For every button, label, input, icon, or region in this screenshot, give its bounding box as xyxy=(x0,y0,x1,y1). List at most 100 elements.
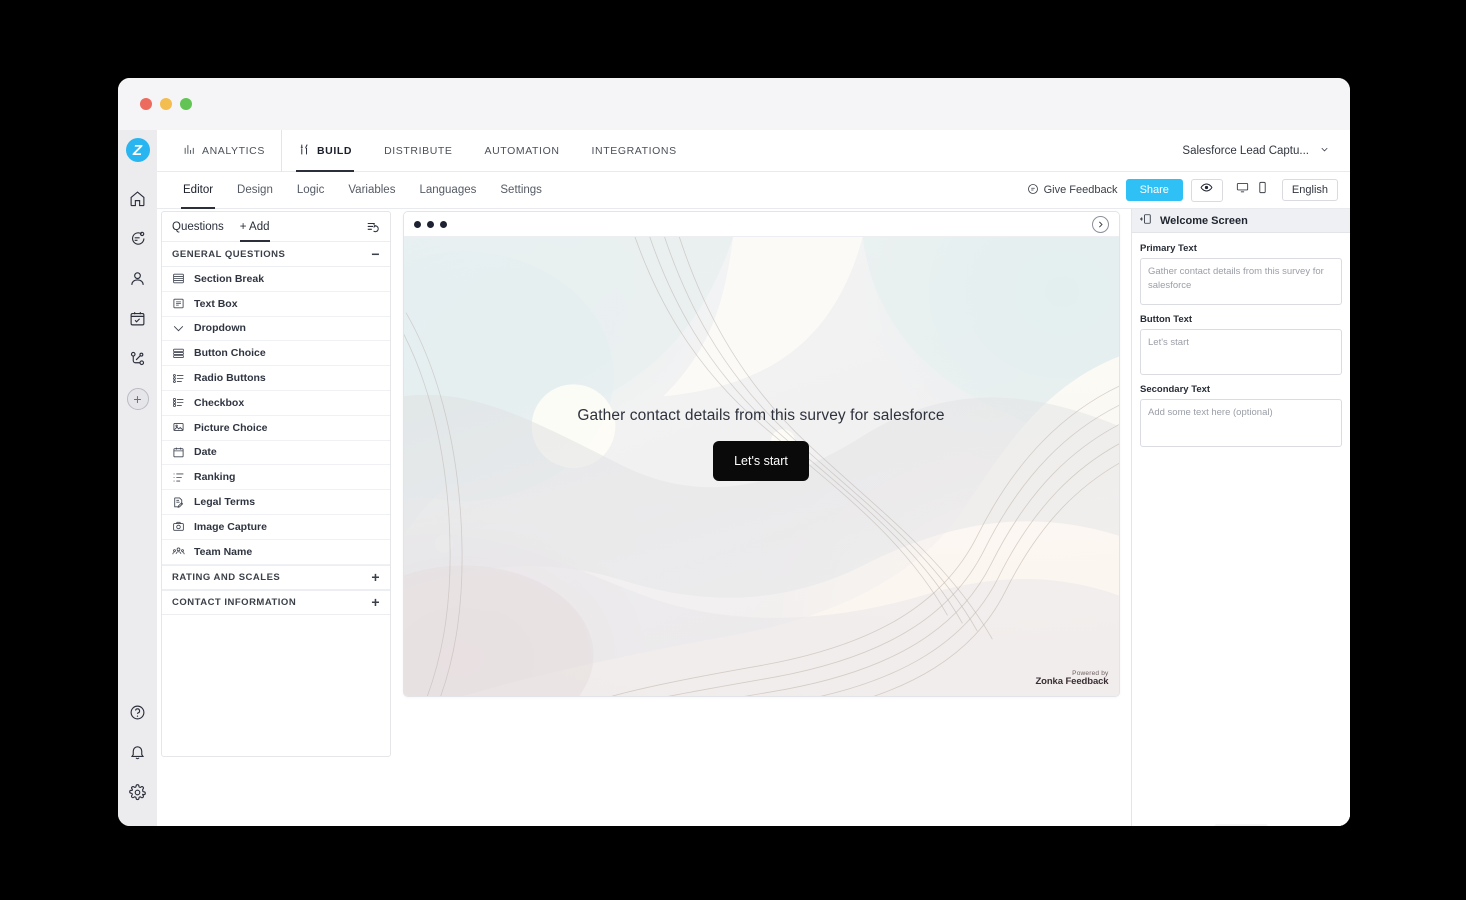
question-group-rating-toggle[interactable]: + xyxy=(371,570,380,584)
contacts-icon[interactable] xyxy=(122,262,154,294)
desktop-icon[interactable] xyxy=(1236,181,1249,199)
primary-text-input[interactable]: Gather contact details from this survey … xyxy=(1140,258,1342,305)
question-type-label: Text Box xyxy=(194,298,238,310)
bell-icon[interactable] xyxy=(122,736,154,768)
questions-panel: Questions + Add GENERAL QUESTIONS − xyxy=(161,211,391,757)
zonka-logo[interactable]: Z xyxy=(126,138,150,162)
properties-panel: Welcome Screen Primary Text Gather conta… xyxy=(1131,209,1350,826)
question-group-general[interactable]: GENERAL QUESTIONS − xyxy=(162,242,390,267)
primary-text-label: Primary Text xyxy=(1140,243,1342,254)
tools-icon xyxy=(298,143,311,159)
text-box-icon xyxy=(172,297,185,310)
add-question-tab[interactable]: + Add xyxy=(240,212,270,242)
question-type-dropdown[interactable]: Dropdown xyxy=(162,317,390,342)
tab-editor[interactable]: Editor xyxy=(171,172,225,209)
share-button[interactable]: Share xyxy=(1126,179,1183,201)
tab-distribute-label: DISTRIBUTE xyxy=(384,145,452,157)
preview-start-button[interactable]: Let's start xyxy=(713,441,809,481)
sub-navigation: Editor Design Logic Variables Languages … xyxy=(157,172,1350,209)
chevron-down-icon xyxy=(172,322,185,335)
question-type-label: Dropdown xyxy=(194,322,246,334)
subnav-actions: Give Feedback Share xyxy=(1027,179,1350,202)
help-icon[interactable] xyxy=(122,696,154,728)
question-type-ranking[interactable]: Ranking xyxy=(162,465,390,490)
question-group-general-title: GENERAL QUESTIONS xyxy=(172,249,285,260)
question-type-section-break[interactable]: Section Break xyxy=(162,267,390,292)
welcome-content: Gather contact details from this survey … xyxy=(404,407,1119,481)
question-group-contact-information[interactable]: CONTACT INFORMATION + xyxy=(162,590,390,615)
tab-logic[interactable]: Logic xyxy=(285,172,337,209)
legal-terms-icon xyxy=(172,496,185,509)
survey-selector-label: Salesforce Lead Captu... xyxy=(1182,145,1309,157)
tasks-icon[interactable] xyxy=(122,302,154,334)
ranking-icon xyxy=(172,471,185,484)
preview-dot xyxy=(427,221,434,228)
tab-automation[interactable]: AUTOMATION xyxy=(469,130,576,172)
question-type-checkbox[interactable]: Checkbox xyxy=(162,391,390,416)
question-type-label: Ranking xyxy=(194,471,235,483)
save-button[interactable]: Save xyxy=(1214,824,1268,826)
tab-settings[interactable]: Settings xyxy=(488,172,554,209)
question-type-date[interactable]: Date xyxy=(162,441,390,466)
gear-icon[interactable] xyxy=(122,776,154,808)
chevron-down-icon xyxy=(1319,144,1330,158)
question-type-button-choice[interactable]: Button Choice xyxy=(162,341,390,366)
give-feedback-button[interactable]: Give Feedback xyxy=(1027,183,1118,198)
language-button[interactable]: English xyxy=(1282,179,1338,201)
secondary-text-input[interactable]: Add some text here (optional) xyxy=(1140,399,1342,447)
question-group-general-toggle[interactable]: − xyxy=(371,247,380,261)
question-type-radio-buttons[interactable]: Radio Buttons xyxy=(162,366,390,391)
question-type-picture-choice[interactable]: Picture Choice xyxy=(162,416,390,441)
tab-languages[interactable]: Languages xyxy=(407,172,488,209)
rail-add-button[interactable]: + xyxy=(127,388,149,410)
give-feedback-label: Give Feedback xyxy=(1044,184,1118,196)
question-group-rating-and-scales[interactable]: RATING AND SCALES + xyxy=(162,565,390,590)
powered-by-brand: Zonka Feedback xyxy=(1035,677,1108,688)
workflow-icon[interactable] xyxy=(122,342,154,374)
window-body: Z + xyxy=(118,130,1350,826)
tab-build[interactable]: BUILD xyxy=(282,130,368,172)
preview-eye-button[interactable] xyxy=(1191,179,1223,202)
question-type-text-box[interactable]: Text Box xyxy=(162,292,390,317)
window-close-button[interactable] xyxy=(140,98,152,110)
question-type-label: Team Name xyxy=(194,546,252,558)
button-text-label: Button Text xyxy=(1140,314,1342,325)
panel-collapse-icon[interactable] xyxy=(1140,212,1152,230)
welcome-screen-preview: Gather contact details from this survey … xyxy=(404,237,1119,696)
window-minimize-button[interactable] xyxy=(160,98,172,110)
tab-build-label: BUILD xyxy=(317,145,352,157)
question-type-label: Checkbox xyxy=(194,397,244,409)
question-type-label: Radio Buttons xyxy=(194,372,266,384)
powered-by-badge: Powered by Zonka Feedback xyxy=(1035,670,1108,688)
question-type-label: Picture Choice xyxy=(194,422,268,434)
mobile-icon[interactable] xyxy=(1256,181,1269,199)
camera-icon xyxy=(172,520,185,533)
secondary-text-label: Secondary Text xyxy=(1140,384,1342,395)
top-navigation: ANALYTICS BUILD DISTRIBUTE AUTOMATION IN… xyxy=(157,130,1350,172)
button-text-input[interactable]: Let's start xyxy=(1140,329,1342,375)
window-maximize-button[interactable] xyxy=(180,98,192,110)
question-type-label: Image Capture xyxy=(194,521,267,533)
preview-dot xyxy=(414,221,421,228)
tab-integrations[interactable]: INTEGRATIONS xyxy=(576,130,693,172)
question-type-label: Date xyxy=(194,446,217,458)
preview-primary-text: Gather contact details from this survey … xyxy=(577,407,944,425)
question-type-legal-terms[interactable]: Legal Terms xyxy=(162,490,390,515)
home-icon[interactable] xyxy=(122,182,154,214)
questions-tab[interactable]: Questions xyxy=(172,212,224,242)
properties-panel-header: Welcome Screen xyxy=(1132,209,1350,233)
question-group-contact-toggle[interactable]: + xyxy=(371,595,380,609)
feedback-icon[interactable] xyxy=(122,222,154,254)
eye-icon xyxy=(1200,181,1213,199)
question-type-image-capture[interactable]: Image Capture xyxy=(162,515,390,540)
tab-design[interactable]: Design xyxy=(225,172,285,209)
properties-panel-body: Primary Text Gather contact details from… xyxy=(1132,233,1350,457)
tab-variables[interactable]: Variables xyxy=(336,172,407,209)
section-break-icon xyxy=(172,272,185,285)
reset-order-icon[interactable] xyxy=(366,220,380,234)
tab-distribute[interactable]: DISTRIBUTE xyxy=(368,130,468,172)
tab-analytics[interactable]: ANALYTICS xyxy=(167,130,282,172)
question-type-team-name[interactable]: Team Name xyxy=(162,540,390,565)
preview-next-button[interactable] xyxy=(1092,216,1109,233)
survey-selector-dropdown[interactable]: Salesforce Lead Captu... xyxy=(1174,139,1338,163)
